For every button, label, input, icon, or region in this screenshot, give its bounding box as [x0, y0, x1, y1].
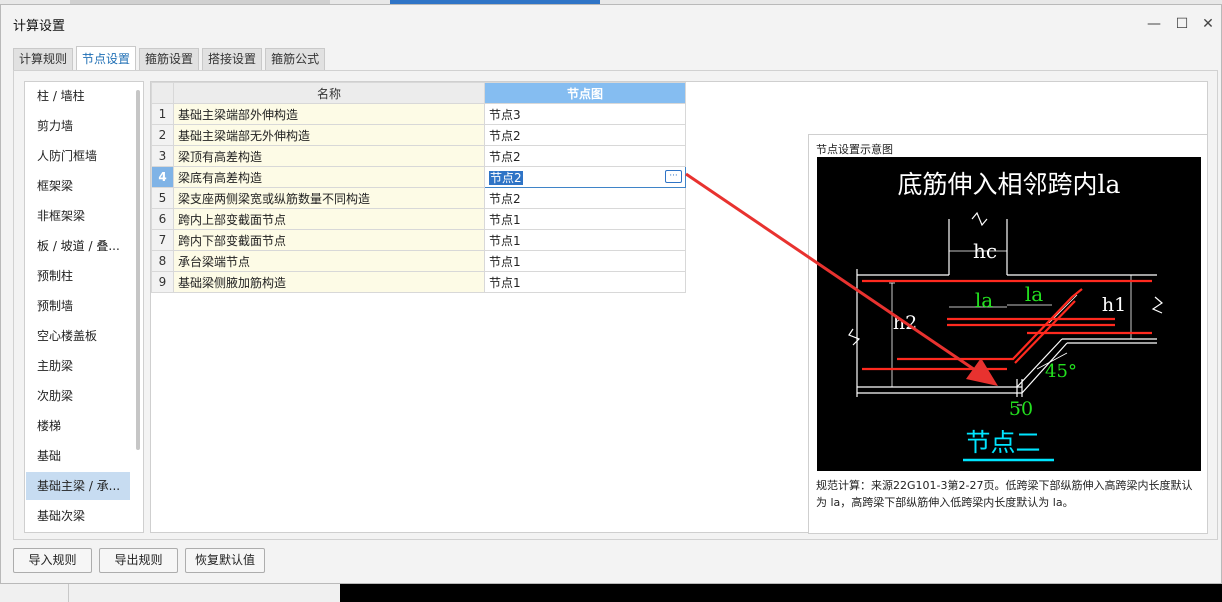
- grid-header-row: 名称 节点图: [151, 82, 686, 104]
- tab-lap-settings[interactable]: 搭接设置: [202, 48, 263, 70]
- node-diagram-caption: 节点设置示意图: [816, 143, 893, 156]
- table-row[interactable]: 9 基础梁侧腋加筋构造 节点1: [151, 271, 686, 293]
- calc-settings-dialog: 计算设置 — ☐ ✕ 计算规则 节点设置 箍筋设置 搭接设置 箍筋公式 柱 / …: [0, 4, 1222, 584]
- grid-header-node-diagram[interactable]: 节点图: [484, 82, 686, 104]
- diagram-label-hc: hc: [973, 239, 997, 263]
- table-row[interactable]: 7 跨内下部变截面节点 节点1: [151, 229, 686, 251]
- list-item-foundation[interactable]: 基础: [26, 442, 130, 470]
- list-item-secondary-rib-beam[interactable]: 次肋梁: [26, 382, 130, 410]
- row-number: 7: [151, 229, 174, 251]
- table-row-current[interactable]: 4 梁底有高差构造 节点2 ···: [151, 166, 686, 188]
- row-number: 3: [151, 145, 174, 167]
- row-number: 4: [151, 166, 174, 188]
- list-item-precast-wall[interactable]: 预制墙: [26, 292, 130, 320]
- list-scrollbar[interactable]: [136, 90, 140, 450]
- diagram-label-h2: h2: [893, 312, 917, 334]
- table-row[interactable]: 1 基础主梁端部外伸构造 节点3: [151, 103, 686, 125]
- minimize-icon[interactable]: —: [1141, 13, 1167, 35]
- table-row[interactable]: 3 梁顶有高差构造 节点2: [151, 145, 686, 167]
- tab-stirrup-settings[interactable]: 箍筋设置: [139, 48, 200, 70]
- table-row[interactable]: 6 跨内上部变截面节点 节点1: [151, 208, 686, 230]
- row-node-value[interactable]: 节点3: [484, 103, 686, 125]
- row-number: 5: [151, 187, 174, 209]
- diagram-label-la-right: la: [1025, 282, 1043, 306]
- table-row[interactable]: 8 承台梁端节点 节点1: [151, 250, 686, 272]
- background-canvas: [340, 584, 1222, 602]
- node-diagram-image: 底筋伸入相邻跨内la hc h2 h1 la la 45° 50 节点二: [817, 157, 1201, 471]
- row-name: 梁底有高差构造: [173, 166, 485, 188]
- maximize-icon[interactable]: ☐: [1169, 13, 1195, 35]
- more-options-icon[interactable]: ···: [665, 170, 682, 183]
- component-type-list[interactable]: 柱 / 墙柱 剪力墙 人防门框墙 框架梁 非框架梁 板 / 坡道 / 叠... …: [24, 81, 144, 533]
- row-node-value[interactable]: 节点1: [484, 271, 686, 293]
- selected-node-text[interactable]: 节点2: [489, 170, 523, 185]
- row-node-value[interactable]: 节点1: [484, 250, 686, 272]
- row-number: 2: [151, 124, 174, 146]
- list-item-civil-defense-door-wall[interactable]: 人防门框墙: [26, 142, 130, 170]
- row-node-value[interactable]: 节点2: [484, 124, 686, 146]
- list-item-frame-beam[interactable]: 框架梁: [26, 172, 130, 200]
- dialog-title: 计算设置: [13, 19, 66, 34]
- tab-stirrup-formula[interactable]: 箍筋公式: [265, 48, 326, 70]
- diagram-label-la-left: la: [975, 288, 993, 312]
- diagram-label-angle: 45°: [1045, 361, 1077, 382]
- diagram-node-name: 节点二: [965, 428, 1040, 457]
- export-rules-button[interactable]: 导出规则: [99, 548, 178, 573]
- row-name: 跨内上部变截面节点: [173, 208, 485, 230]
- grid-header-name[interactable]: 名称: [173, 82, 485, 104]
- node-diagram-description: 规范计算：来源22G101-3第2-27页。低跨梁下部纵筋伸入高跨梁内长度默认为…: [816, 479, 1193, 509]
- row-number: 8: [151, 250, 174, 272]
- row-name: 基础主梁端部无外伸构造: [173, 124, 485, 146]
- background-app-bottom: [0, 584, 1222, 602]
- list-item-slab-ramp[interactable]: 板 / 坡道 / 叠...: [26, 232, 130, 260]
- row-number: 6: [151, 208, 174, 230]
- row-number: 9: [151, 271, 174, 293]
- dialog-titlebar[interactable]: 计算设置 — ☐ ✕: [1, 5, 1221, 41]
- list-item-column[interactable]: 柱 / 墙柱: [26, 82, 130, 110]
- settings-tabs: 计算规则 节点设置 箍筋设置 搭接设置 箍筋公式: [13, 46, 328, 70]
- tab-node-settings[interactable]: 节点设置: [76, 46, 137, 70]
- list-item-precast-column[interactable]: 预制柱: [26, 262, 130, 290]
- list-item-non-frame-beam[interactable]: 非框架梁: [26, 202, 130, 230]
- list-item-hollow-floor-slab[interactable]: 空心楼盖板: [26, 322, 130, 350]
- row-node-value-editor[interactable]: 节点2 ···: [484, 166, 686, 188]
- grid-header-corner: [151, 82, 174, 104]
- row-name: 基础主梁端部外伸构造: [173, 103, 485, 125]
- node-diagram-box: 节点设置示意图 底筋伸入相邻跨内la hc h2 h1 la la 45° 50…: [808, 134, 1208, 534]
- import-rules-button[interactable]: 导入规则: [13, 548, 92, 573]
- row-node-value[interactable]: 节点1: [484, 229, 686, 251]
- list-item-stair[interactable]: 楼梯: [26, 412, 130, 440]
- close-icon[interactable]: ✕: [1195, 13, 1221, 35]
- diagram-label-50: 50: [1009, 398, 1033, 420]
- row-name: 跨内下部变截面节点: [173, 229, 485, 251]
- row-name: 梁顶有高差构造: [173, 145, 485, 167]
- restore-defaults-button[interactable]: 恢复默认值: [185, 548, 265, 573]
- background-divider: [68, 584, 69, 602]
- list-item-shear-wall[interactable]: 剪力墙: [26, 112, 130, 140]
- node-settings-panel: 名称 节点图 1 基础主梁端部外伸构造 节点3 2 基础主梁端部无外伸构造 节点…: [150, 81, 1208, 534]
- diagram-label-h1: h1: [1102, 294, 1126, 316]
- node-diagram-drawing: 底筋伸入相邻跨内la hc h2 h1 la la 45° 50 节点二: [848, 170, 1163, 462]
- tab-content-node-settings: 柱 / 墙柱 剪力墙 人防门框墙 框架梁 非框架梁 板 / 坡道 / 叠... …: [13, 70, 1218, 540]
- list-item-main-rib-beam[interactable]: 主肋梁: [26, 352, 130, 380]
- diagram-title: 底筋伸入相邻跨内la: [898, 170, 1121, 199]
- list-item-foundation-main-beam[interactable]: 基础主梁 / 承...: [26, 472, 130, 500]
- list-item-foundation-secondary-beam[interactable]: 基础次梁: [26, 502, 130, 530]
- table-row[interactable]: 5 梁支座两侧梁宽或纵筋数量不同构造 节点2: [151, 187, 686, 209]
- tab-calc-rules[interactable]: 计算规则: [13, 48, 74, 70]
- row-name: 承台梁端节点: [173, 250, 485, 272]
- row-node-value[interactable]: 节点2: [484, 187, 686, 209]
- node-settings-grid: 名称 节点图 1 基础主梁端部外伸构造 节点3 2 基础主梁端部无外伸构造 节点…: [151, 82, 686, 293]
- row-number: 1: [151, 103, 174, 125]
- row-node-value[interactable]: 节点2: [484, 145, 686, 167]
- table-row[interactable]: 2 基础主梁端部无外伸构造 节点2: [151, 124, 686, 146]
- row-name: 梁支座两侧梁宽或纵筋数量不同构造: [173, 187, 485, 209]
- row-name: 基础梁侧腋加筋构造: [173, 271, 485, 293]
- row-node-value[interactable]: 节点1: [484, 208, 686, 230]
